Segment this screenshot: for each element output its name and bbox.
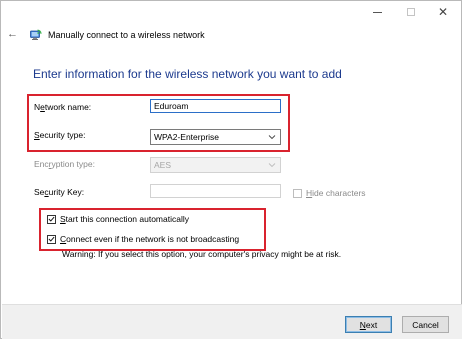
security-type-label: Security type: [34, 130, 86, 140]
security-type-value: WPA2-Enterprise [154, 132, 220, 142]
dialog-window: ✕ ← Manually connect to a wireless netwo… [0, 0, 462, 339]
minimize-icon [372, 11, 382, 13]
encryption-type-value: AES [154, 160, 172, 170]
close-icon: ✕ [437, 5, 449, 19]
network-name-label: Network name: [34, 102, 92, 112]
chevron-down-icon [268, 135, 276, 140]
chevron-down-icon [268, 163, 276, 168]
hide-characters-checkbox[interactable] [293, 188, 302, 198]
privacy-warning-text: Warning: If you select this option, your… [62, 249, 342, 259]
connect-not-broadcasting-checkbox[interactable] [47, 234, 56, 244]
checkmark-icon [48, 236, 55, 242]
next-button[interactable]: Next [345, 316, 392, 333]
checkmark-icon [48, 216, 55, 222]
hide-characters-label: Hide characters [306, 188, 366, 198]
hide-characters-checkbox-row[interactable]: Hide characters [293, 188, 366, 198]
close-button[interactable]: ✕ [425, 1, 461, 23]
connect-not-broadcasting-row[interactable]: Connect even if the network is not broad… [47, 234, 239, 244]
dialog-footer [2, 304, 462, 339]
cancel-button[interactable]: Cancel [402, 316, 449, 333]
start-automatically-checkbox[interactable] [47, 214, 56, 224]
connect-not-broadcasting-label: Connect even if the network is not broad… [60, 234, 240, 244]
dialog-title: Manually connect to a wireless network [48, 30, 205, 40]
security-key-label: Security Key: [34, 187, 85, 197]
maximize-button[interactable] [393, 1, 429, 23]
start-automatically-label: Start this connection automatically [60, 214, 189, 224]
minimize-button[interactable] [359, 1, 395, 23]
encryption-type-label: Encryption type: [34, 159, 95, 169]
page-heading: Enter information for the wireless netwo… [33, 67, 342, 81]
security-key-input[interactable] [150, 184, 281, 198]
network-name-input[interactable]: Eduroam [150, 99, 281, 113]
security-type-select[interactable]: WPA2-Enterprise [150, 129, 281, 145]
wireless-network-icon [30, 29, 42, 40]
maximize-icon [407, 8, 415, 16]
start-automatically-row[interactable]: Start this connection automatically [47, 214, 189, 224]
encryption-type-select: AES [150, 157, 281, 173]
back-arrow-icon[interactable]: ← [7, 28, 18, 40]
